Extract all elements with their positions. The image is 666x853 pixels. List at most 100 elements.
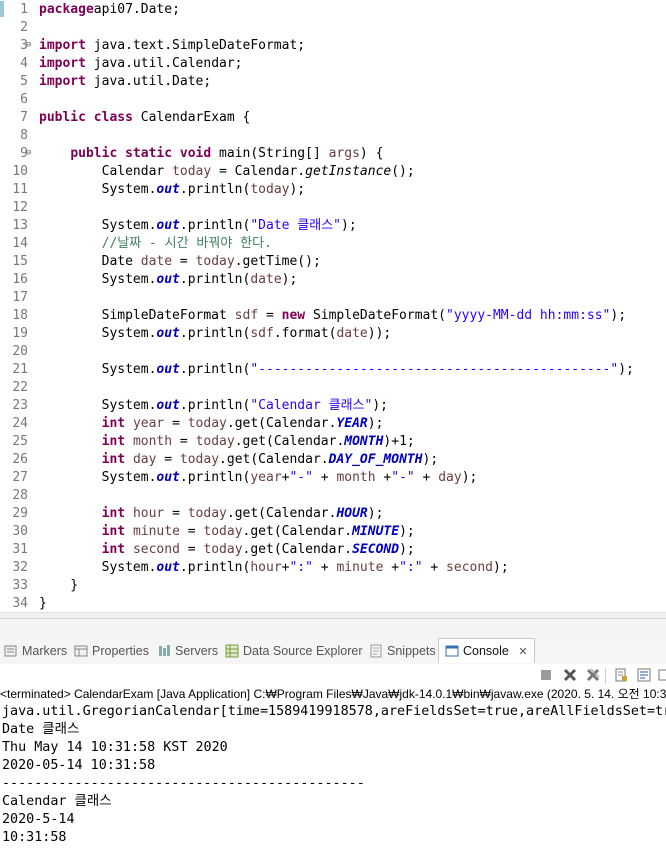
code-line[interactable]: 21 System.out.println("-----------------… [0, 361, 666, 379]
code-line[interactable]: 12 [0, 199, 666, 217]
code-line[interactable]: 18 SimpleDateFormat sdf = new SimpleDate… [0, 307, 666, 325]
code-text: int second = today.get(Calendar.SECOND); [39, 541, 415, 559]
code-line[interactable]: 1 packageapi07.Date; [0, 1, 666, 19]
code-line[interactable]: 25 int month = today.get(Calendar.MONTH)… [0, 433, 666, 451]
close-icon[interactable]: ✕ [518, 645, 527, 658]
panel-divider[interactable] [0, 618, 666, 638]
remove-launch-icon[interactable] [562, 668, 577, 683]
markers-icon [4, 644, 18, 658]
scroll-lock-icon[interactable] [613, 668, 628, 683]
code-token: .println( [179, 272, 251, 287]
code-line[interactable]: 17 [0, 289, 666, 307]
code-token: month [336, 470, 376, 485]
code-token: date [336, 326, 368, 341]
code-line[interactable]: 10 Calendar today = Calendar.getInstance… [0, 163, 666, 181]
tab-label: Snippets [387, 644, 436, 658]
code-token: sdf [234, 308, 259, 323]
code-line[interactable]: 31 int second = today.get(Calendar.SECON… [0, 541, 666, 559]
line-number: 20 [12, 344, 28, 359]
code-line[interactable]: 23 System.out.println("Calendar 클래스"); [0, 397, 666, 415]
tab-markers[interactable]: Markers [4, 642, 67, 660]
code-line[interactable]: 14 //날짜 - 시간 바꿔야 한다. [0, 235, 666, 253]
code-line[interactable]: 6 [0, 91, 666, 109]
code-token: args [328, 146, 360, 161]
stop-icon[interactable] [538, 668, 553, 683]
console-toolbar [0, 664, 666, 686]
code-token: int [101, 524, 126, 539]
code-token: + [414, 470, 439, 485]
tab-label: Servers [175, 644, 219, 658]
code-token: public static void [70, 146, 212, 161]
code-line[interactable]: 26 int day = today.get(Calendar.DAY_OF_M… [0, 451, 666, 469]
tab-label: Console [463, 644, 509, 658]
code-token: ); [367, 416, 384, 431]
tab-label: Data Source Explorer [243, 644, 363, 658]
code-text: public static void main(String[] args) { [39, 145, 383, 163]
code-line[interactable]: 27 System.out.println(year+"-" + month +… [0, 469, 666, 487]
tab-servers[interactable]: Servers [157, 642, 218, 660]
code-token: ); [610, 308, 627, 323]
code-line[interactable]: 4 import java.util.Calendar; [0, 55, 666, 73]
code-line[interactable]: 8 [0, 127, 666, 145]
code-line[interactable]: 20 [0, 343, 666, 361]
word-wrap-icon[interactable] [636, 668, 651, 683]
code-line[interactable]: 2 [0, 19, 666, 37]
code-token: int [101, 434, 126, 449]
console-icon [445, 642, 459, 657]
remove-all-terminated-icon[interactable] [585, 668, 600, 683]
console-line: 2020-5-14 [2, 812, 75, 827]
tab-data-source-explorer[interactable]: Data Source Explorer [225, 642, 363, 660]
code-token: ); [618, 362, 634, 377]
tab-properties[interactable]: Properties [74, 642, 149, 660]
code-text: System.out.println(today); [39, 181, 306, 199]
code-line[interactable]: 9 ⊖ public static void main(String[] args… [0, 145, 666, 163]
fold-toggle-icon[interactable]: ⊖ [26, 149, 35, 158]
code-token: System. [39, 560, 157, 575]
code-token: + [312, 560, 337, 575]
code-line[interactable]: 24 int year = today.get(Calendar.YEAR); [0, 415, 666, 433]
code-token: hour [132, 506, 165, 521]
fold-toggle-icon[interactable]: ⊖ [26, 41, 35, 50]
tab-label: Markers [22, 644, 68, 658]
code-token: ":" [289, 560, 313, 575]
code-token: hour [250, 560, 282, 575]
code-token: ":" [399, 560, 423, 575]
pin-console-icon[interactable] [656, 668, 666, 683]
code-line[interactable]: 22 [0, 379, 666, 397]
code-line[interactable]: 11 System.out.println(today); [0, 181, 666, 199]
tab-snippets[interactable]: Snippets [369, 642, 436, 660]
code-line[interactable]: 15 Date date = today.getTime(); [0, 253, 666, 271]
code-line[interactable]: 3 ⊖ import java.text.SimpleDateFormat; [0, 37, 666, 55]
code-token: today [195, 434, 235, 449]
code-token: MINUTE [352, 524, 400, 539]
code-token: .println( [179, 218, 251, 233]
code-token: = [179, 524, 204, 539]
code-token: System. [39, 182, 157, 197]
code-line[interactable]: 5 import java.util.Date; [0, 73, 666, 91]
code-editor[interactable]: 1 packageapi07.Date; 2 3 ⊖ import java.text.S… [0, 0, 666, 618]
console-line: 2020-05-14 10:31:58 [2, 758, 156, 773]
console-line: Thu May 14 10:31:58 KST 2020 [2, 740, 228, 755]
code-line[interactable]: 29 int hour = today.get(Calendar.HOUR); [0, 505, 666, 523]
code-token: YEAR [336, 416, 368, 431]
code-line[interactable]: 34} [0, 595, 666, 613]
code-line[interactable]: 16 System.out.println(date); [0, 271, 666, 289]
code-text: int year = today.get(Calendar.YEAR); [39, 415, 384, 433]
code-token: .get(Calendar. [242, 542, 353, 557]
code-line[interactable]: 19 System.out.println(sdf.format(date)); [0, 325, 666, 343]
code-line[interactable]: 33 } [0, 577, 666, 595]
line-number: 17 [12, 290, 28, 305]
code-line[interactable]: 7 public class CalendarExam { [0, 109, 666, 127]
code-line[interactable]: 13 System.out.println("Date 클래스"); [0, 217, 666, 235]
code-line[interactable]: 32 System.out.println(hour+":" + minute … [0, 559, 666, 577]
line-number: 3 [20, 38, 28, 53]
code-line[interactable]: 30 int minute = today.get(Calendar.MINUT… [0, 523, 666, 541]
tab-console[interactable]: Console ✕ [438, 638, 535, 663]
code-line[interactable]: 28 [0, 487, 666, 505]
code-token: out [156, 272, 180, 287]
code-token: today [195, 254, 235, 269]
